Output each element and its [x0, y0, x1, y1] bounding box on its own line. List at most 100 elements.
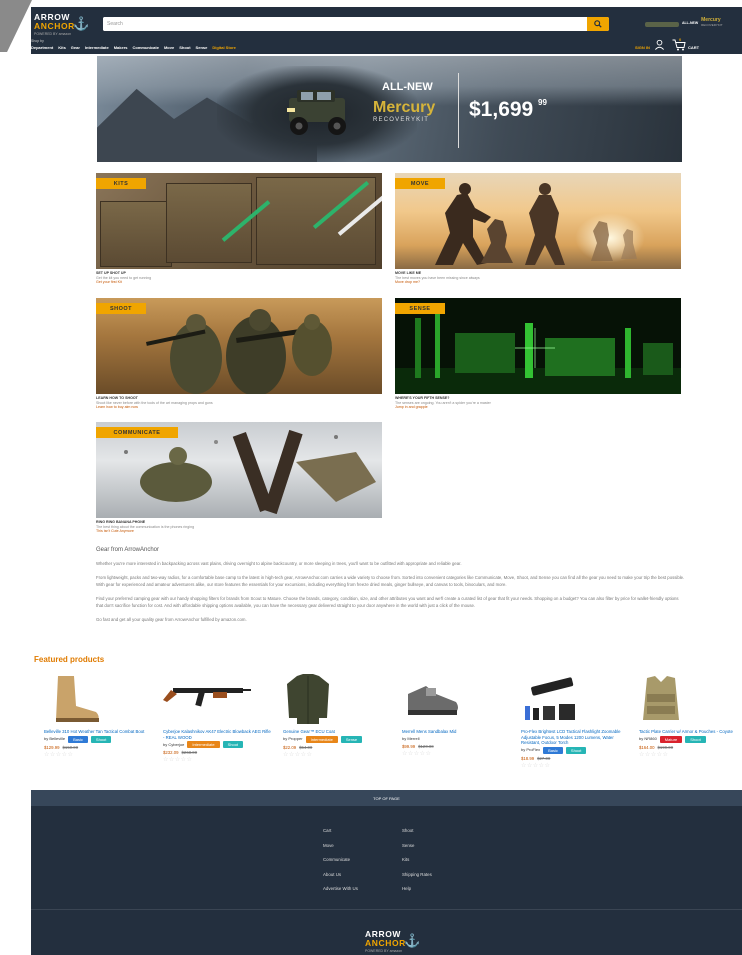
header-promo-banner[interactable]: ALL-NEW Mercury RECOVERYKIT — [645, 18, 723, 28]
description-title: Gear from ArrowAnchor — [96, 547, 160, 553]
hero-price: $1,699 — [469, 98, 534, 121]
tile-link[interactable]: Jump in and grapple — [395, 405, 681, 410]
hero-banner[interactable]: ALL-NEW Mercury RECOVERYKIT $1,699 99 — [97, 56, 682, 162]
product-card[interactable]: Merrell Mens Sandbalax Mid by Merrell $9… — [402, 672, 512, 757]
category-tile-shoot[interactable]: SHOOT — [96, 298, 382, 394]
user-icon[interactable] — [654, 39, 665, 50]
product-card[interactable]: Tactic Plate Carrier w/ Armor & Pouches … — [639, 672, 742, 758]
footer-link[interactable]: Help — [402, 882, 432, 897]
anchor-icon: ⚓ — [73, 16, 90, 31]
back-to-top-button[interactable]: TOP OF PAGE — [31, 790, 742, 806]
jacket-icon[interactable] — [283, 672, 393, 727]
boot-icon[interactable] — [44, 672, 154, 727]
product-price: $232.09 $268.00 — [163, 750, 273, 755]
tile-link[interactable]: Learn how to buy aim now — [96, 405, 382, 410]
hiking-shoe-icon[interactable] — [402, 672, 512, 727]
footer-link[interactable]: Shoot — [402, 824, 432, 839]
category-tile-sense[interactable]: SENSE — [395, 298, 681, 394]
footer-link[interactable]: Communicate — [323, 853, 358, 868]
product-card[interactable]: Genuine Gear™ ECU Coat by Propper Interm… — [283, 672, 393, 758]
nav-gear[interactable]: Gear — [71, 45, 80, 50]
product-badge[interactable]: Shoot — [90, 735, 112, 743]
product-badge[interactable]: Mature — [659, 735, 683, 743]
footer-link[interactable]: Advertise With Us — [323, 882, 358, 897]
footer-link[interactable]: Cart — [323, 824, 358, 839]
nav-communicate[interactable]: Communicate — [133, 45, 159, 50]
product-price: $129.99 $150.00 — [44, 745, 154, 750]
tile-tag-communicate: COMMUNICATE — [96, 427, 178, 438]
nav-makers[interactable]: Makers — [114, 45, 128, 50]
nav-kits[interactable]: Kits — [58, 45, 66, 50]
tile-caption-sense: WHERE'S YOUR FIFTH SENSE? The senses are… — [395, 396, 681, 410]
nav-digital-store[interactable]: Digital Store — [212, 45, 236, 50]
rifle-icon[interactable] — [163, 672, 273, 727]
star-rating-icon: ☆☆☆☆☆ — [283, 751, 313, 758]
product-card[interactable]: Belleville 310 Hot Weather Tan Tactical … — [44, 672, 154, 758]
product-badge[interactable]: Basic — [543, 746, 563, 754]
hero-vehicle-image — [287, 90, 346, 135]
product-badge[interactable]: Shoot — [222, 741, 244, 748]
tile-link[interactable]: This isn't Cute Anymore — [96, 529, 382, 534]
product-price: $99.99 $120.00 — [402, 744, 512, 749]
tile-link[interactable]: Get your first Kit — [96, 280, 382, 285]
tile-link[interactable]: Move drop me? — [395, 280, 681, 285]
footer-link[interactable]: Kits — [402, 853, 432, 868]
product-name[interactable]: Belleville 310 Hot Weather Tan Tactical … — [44, 729, 154, 735]
price-now: $99.99 — [402, 743, 416, 749]
category-tile-move[interactable]: MOVE — [395, 173, 681, 269]
site-logo[interactable]: ARROW ANCHOR POWERED BY amazon ⚓ — [34, 13, 89, 37]
product-badge[interactable]: Intermediate — [305, 735, 338, 743]
hero-subbrand: RECOVERYKIT — [373, 117, 430, 123]
nav-department[interactable]: Department — [31, 45, 53, 50]
nav-sense[interactable]: Sense — [196, 45, 208, 50]
description-paragraph: Go fast and get all your quality gear fr… — [96, 617, 247, 623]
nav-intermediate[interactable]: Intermediate — [85, 45, 109, 50]
product-name[interactable]: Genuine Gear™ ECU Coat — [283, 729, 393, 735]
product-name[interactable]: Pro-Flex Brightest LCD Tactical Flashlig… — [521, 729, 631, 746]
description-paragraph: Find your preferred camping gear with ou… — [96, 596, 679, 608]
product-badge[interactable]: Shoot — [565, 746, 587, 754]
product-name[interactable]: Merrell Mens Sandbalax Mid — [402, 729, 512, 735]
nav-shoot[interactable]: Shoot — [179, 45, 190, 50]
footer-link[interactable]: Move — [323, 839, 358, 854]
category-tile-communicate[interactable]: COMMUNICATE — [96, 422, 382, 518]
cart-count: 0 — [679, 37, 682, 42]
product-name[interactable]: Tactic Plate Carrier w/ Armor & Pouches … — [639, 729, 742, 735]
product-name[interactable]: Cyberjoe Kalashnikov AK47 Electric Blowb… — [163, 729, 273, 740]
hero-tagline: ALL-NEW — [382, 81, 433, 93]
product-card[interactable]: Cyberjoe Kalashnikov AK47 Electric Blowb… — [163, 672, 273, 763]
flashlight-icon[interactable] — [521, 672, 631, 727]
product-meta: by ProFlex Basic Shoot — [521, 746, 631, 754]
search-button[interactable] — [587, 17, 609, 31]
tile-caption-kits: SET UP SHOT UP Get the kit you need to g… — [96, 271, 382, 285]
hero-divider — [458, 73, 459, 148]
tile-caption-move: MOVE LIKE ME The best moves you have bee… — [395, 271, 681, 285]
hero-brand: Mercury — [373, 99, 436, 116]
category-tile-kits[interactable]: KITS — [96, 173, 382, 269]
product-badge[interactable]: Shoot — [685, 735, 706, 743]
star-rating-icon: ☆☆☆☆☆ — [521, 762, 551, 769]
store-description: Gear from ArrowAnchor Whether you're mor… — [96, 547, 686, 631]
main-nav: Department Kits Gear Intermediate Makers… — [31, 45, 236, 50]
tile-caption-communicate: RING RING BANANA PHONE The best thing ab… — [96, 520, 382, 534]
shop-by-label: Shop by — [31, 39, 44, 43]
price-was: $54.00 — [299, 744, 313, 750]
nav-move[interactable]: Move — [164, 45, 174, 50]
search-input[interactable] — [103, 17, 587, 31]
product-badge[interactable]: Basic — [68, 735, 88, 743]
product-badge[interactable]: Sense — [340, 735, 363, 743]
logo-sub: POWERED BY amazon — [34, 32, 72, 36]
sign-in-link[interactable]: SIGN IN — [635, 45, 650, 50]
footer-logo[interactable]: ARROW ANCHOR POWERED BY amazon ⚓ — [365, 930, 425, 954]
footer-link[interactable]: Shipping Rates — [402, 868, 432, 883]
product-badge[interactable]: Intermediate — [187, 741, 220, 748]
footer-link[interactable]: About Us — [323, 868, 358, 883]
vest-icon[interactable] — [639, 672, 742, 727]
footer-link[interactable]: Sense — [402, 839, 432, 854]
product-card[interactable]: Pro-Flex Brightest LCD Tactical Flashlig… — [521, 672, 631, 769]
product-brand: by Belleville — [44, 736, 66, 741]
star-rating-icon: ☆☆☆☆☆ — [44, 751, 74, 758]
product-brand: by ProFlex — [521, 747, 541, 752]
tile-tag-kits: KITS — [96, 178, 146, 189]
cart-label[interactable]: CART — [688, 45, 699, 50]
